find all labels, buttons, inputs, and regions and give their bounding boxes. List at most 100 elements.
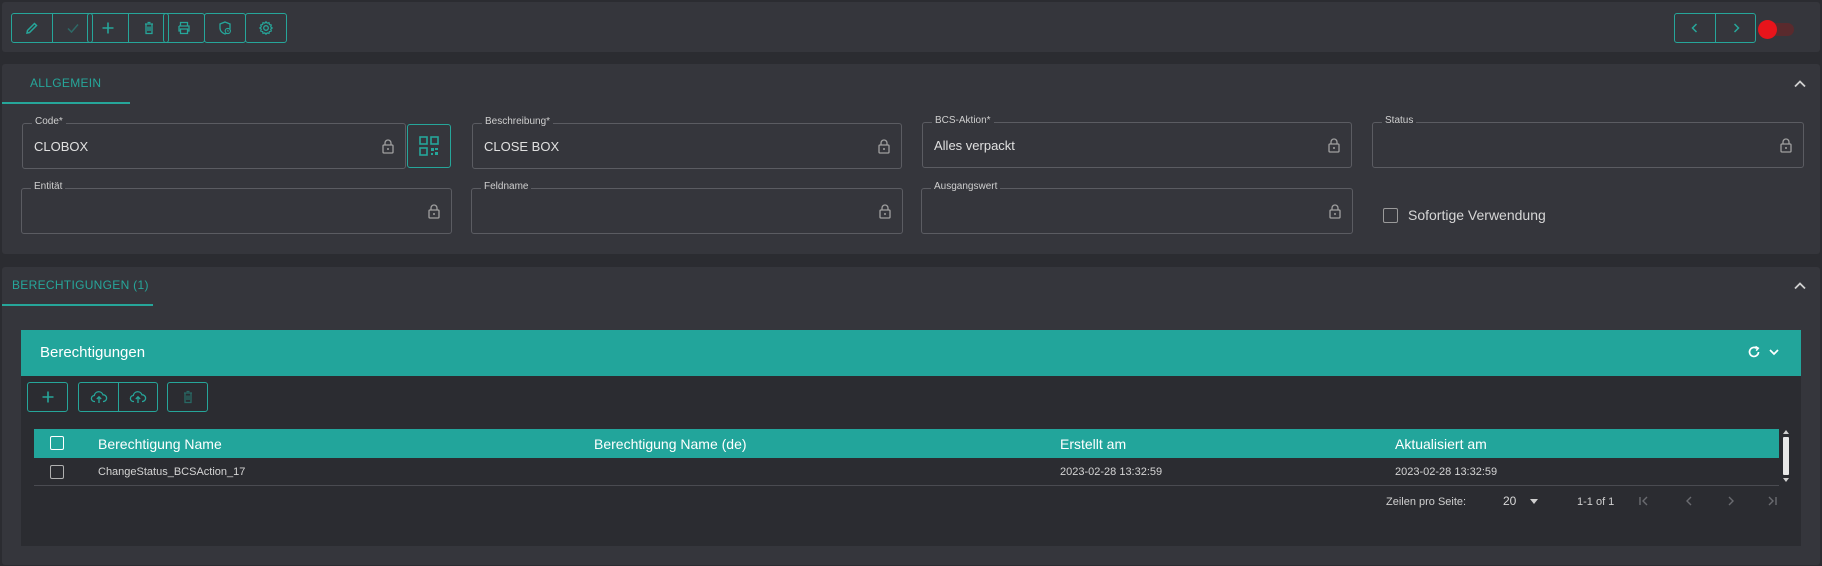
rows-per-page-select[interactable]: 20	[1503, 494, 1539, 508]
row-checkbox[interactable]	[50, 465, 64, 479]
previous-record-button[interactable]	[1675, 14, 1715, 42]
top-toolbar	[2, 2, 1820, 52]
panel-title: Berechtigungen	[40, 344, 146, 361]
chevron-up-icon	[1794, 80, 1806, 88]
plus-icon	[42, 391, 53, 403]
edit-button[interactable]	[12, 14, 52, 42]
printer-icon	[178, 21, 190, 35]
entitaet-field[interactable]: Entität	[21, 181, 452, 234]
cell-updated: 2023-02-28 13:32:59	[1395, 466, 1498, 478]
section-allgemein: ALLGEMEIN Code* CLOBOX Beschreibung* CLO…	[2, 64, 1820, 254]
settings-button[interactable]	[246, 14, 286, 42]
chevron-down-icon[interactable]	[1767, 345, 1781, 359]
rows-per-page-value: 20	[1503, 494, 1517, 508]
delete-permission-button[interactable]	[168, 383, 207, 411]
select-all-checkbox[interactable]	[50, 436, 64, 450]
lock-icon	[1780, 138, 1792, 153]
tab-berechtigungen-label: BERECHTIGUNGEN (1)	[12, 278, 149, 292]
tab-berechtigungen[interactable]: BERECHTIGUNGEN (1)	[2, 266, 153, 306]
trash-icon	[183, 390, 192, 404]
cloud-upload-icon	[90, 391, 107, 403]
add-permission-group	[27, 382, 68, 412]
edit-group	[11, 13, 93, 43]
caret-down-icon	[1530, 498, 1539, 504]
status-label: Status	[1382, 115, 1417, 126]
previous-page-button[interactable]	[1682, 494, 1696, 508]
shield-clock-icon	[219, 21, 231, 35]
check-icon	[66, 24, 79, 34]
table-header: Berechtigung Name Berechtigung Name (de)…	[34, 429, 1779, 458]
print-button[interactable]	[164, 14, 204, 42]
column-header-name[interactable]: Berechtigung Name	[98, 436, 222, 452]
scroll-up-arrow[interactable]	[1783, 430, 1789, 434]
berechtigungen-panel: Berechtigungen Berechtigung Name Berecht…	[21, 330, 1801, 546]
collapse-allgemein-button[interactable]	[1792, 76, 1808, 92]
upload-group	[78, 382, 158, 412]
scroll-thumb[interactable]	[1783, 437, 1789, 475]
panel-header-actions	[1747, 345, 1781, 359]
lock-icon	[879, 204, 891, 219]
qr-code-button[interactable]	[407, 124, 451, 168]
security-button[interactable]	[205, 14, 245, 42]
feldname-field[interactable]: Feldname	[471, 181, 903, 234]
lock-icon	[428, 204, 440, 219]
gear-icon	[258, 20, 274, 36]
security-group	[204, 13, 246, 43]
last-page-button[interactable]	[1765, 494, 1779, 508]
beschreibung-label: Beschreibung*	[482, 116, 554, 127]
qr-code-icon	[419, 136, 439, 156]
cell-name: ChangeStatus_BCSAction_17	[98, 466, 246, 478]
table-scrollbar[interactable]	[1782, 430, 1790, 482]
beschreibung-field[interactable]: Beschreibung* CLOSE BOX	[472, 116, 902, 169]
upload-button[interactable]	[79, 383, 118, 411]
column-header-created[interactable]: Erstellt am	[1060, 436, 1126, 452]
plus-icon	[102, 22, 114, 34]
next-page-button[interactable]	[1724, 494, 1738, 508]
bcs-aktion-value: Alles verpackt	[934, 138, 1015, 153]
sofortige-verwendung-label: Sofortige Verwendung	[1408, 207, 1546, 223]
delete-button[interactable]	[128, 14, 168, 42]
lock-icon	[1328, 138, 1340, 153]
upload-alt-button[interactable]	[118, 383, 157, 411]
edit-icon	[26, 22, 38, 34]
first-page-icon	[1639, 496, 1648, 506]
tab-allgemein-label: ALLGEMEIN	[30, 76, 102, 90]
toggle-knob	[1758, 20, 1777, 39]
chevron-right-icon	[1733, 23, 1740, 33]
code-field[interactable]: Code* CLOBOX	[22, 116, 406, 169]
status-field[interactable]: Status	[1372, 115, 1804, 168]
bcs-aktion-label: BCS-Aktion*	[932, 115, 994, 126]
panel-header: Berechtigungen	[21, 330, 1801, 376]
save-button[interactable]	[52, 14, 92, 42]
trash-icon	[144, 21, 153, 35]
chevron-right-icon	[1728, 496, 1734, 506]
pagination-range: 1-1 of 1	[1577, 496, 1615, 508]
bcs-aktion-field[interactable]: BCS-Aktion* Alles verpackt	[922, 115, 1352, 168]
code-label: Code*	[32, 116, 66, 127]
first-page-button[interactable]	[1637, 494, 1651, 508]
entitaet-label: Entität	[31, 181, 66, 192]
chevron-left-icon	[1686, 496, 1692, 506]
add-permission-button[interactable]	[28, 383, 67, 411]
refresh-icon[interactable]	[1747, 345, 1761, 359]
ausgangswert-label: Ausgangswert	[931, 181, 1001, 192]
beschreibung-value: CLOSE BOX	[484, 139, 560, 154]
sofortige-verwendung-checkbox[interactable]	[1383, 207, 1398, 223]
table-row[interactable]: ChangeStatus_BCSAction_17 2023-02-28 13:…	[34, 458, 1779, 486]
column-header-name-de[interactable]: Berechtigung Name (de)	[594, 436, 747, 452]
settings-group	[245, 13, 287, 43]
sofortige-verwendung-row: Sofortige Verwendung	[1383, 207, 1546, 223]
scroll-down-arrow[interactable]	[1783, 478, 1789, 482]
next-record-button[interactable]	[1715, 14, 1755, 42]
status-toggle[interactable]	[1758, 20, 1794, 39]
add-delete-group	[87, 13, 169, 43]
lock-icon	[878, 139, 890, 154]
column-header-updated[interactable]: Aktualisiert am	[1395, 436, 1487, 452]
feldname-label: Feldname	[481, 181, 532, 192]
add-button[interactable]	[88, 14, 128, 42]
ausgangswert-field[interactable]: Ausgangswert	[921, 181, 1353, 234]
lock-icon	[382, 139, 394, 154]
tab-allgemein[interactable]: ALLGEMEIN	[2, 64, 130, 104]
lock-icon	[1329, 204, 1341, 219]
collapse-berechtigungen-button[interactable]	[1792, 278, 1808, 294]
